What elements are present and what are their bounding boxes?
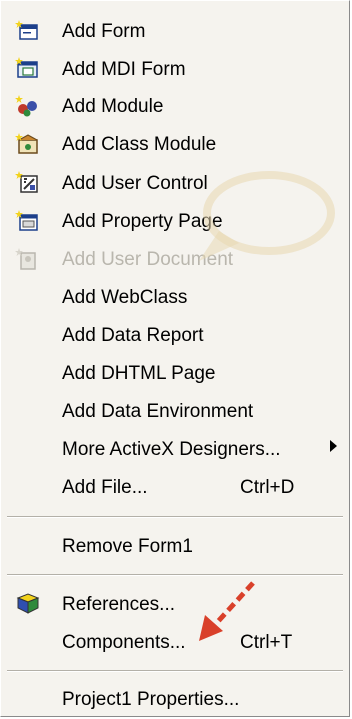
menu-item-label: References... bbox=[62, 594, 175, 615]
menu-item-add-mdi-form[interactable]: Add MDI Form bbox=[1, 51, 349, 87]
project-menu: Add Form Add MDI Form Add Module Add Cla… bbox=[0, 0, 350, 717]
add-module-icon bbox=[15, 94, 41, 118]
menu-separator bbox=[7, 574, 343, 576]
menu-item-add-form[interactable]: Add Form bbox=[1, 13, 349, 49]
menu-item-label: Add MDI Form bbox=[62, 59, 186, 80]
references-icon bbox=[15, 592, 41, 616]
add-class-module-icon bbox=[15, 132, 41, 156]
menu-item-label: More ActiveX Designers... bbox=[62, 439, 281, 460]
menu-item-label: Add User Control bbox=[62, 173, 208, 194]
watermark-image bbox=[199, 171, 335, 261]
add-user-control-icon bbox=[15, 171, 41, 195]
add-form-icon bbox=[15, 19, 41, 43]
menu-item-add-data-environment[interactable]: Add Data Environment bbox=[1, 393, 349, 429]
menu-item-label: Add File... bbox=[62, 477, 148, 498]
add-user-document-icon bbox=[15, 247, 41, 271]
menu-item-remove-form1[interactable]: Remove Form1 bbox=[1, 528, 349, 564]
menu-item-label: Add WebClass bbox=[62, 287, 188, 308]
menu-item-project1-properties[interactable]: Project1 Properties... bbox=[1, 681, 349, 717]
submenu-arrow-icon bbox=[330, 440, 337, 452]
add-mdi-form-icon bbox=[15, 57, 41, 81]
menu-item-more-activex-designers[interactable]: More ActiveX Designers... bbox=[1, 431, 349, 467]
menu-item-add-data-report[interactable]: Add Data Report bbox=[1, 317, 349, 353]
menu-item-add-dhtml-page[interactable]: Add DHTML Page bbox=[1, 355, 349, 391]
menu-item-label: Add Data Environment bbox=[62, 401, 254, 422]
annotation-arrow-icon bbox=[199, 581, 255, 641]
menu-item-label: Components... bbox=[62, 632, 186, 653]
menu-item-add-file[interactable]: Add File... Ctrl+D bbox=[1, 469, 349, 505]
menu-item-label: Project1 Properties... bbox=[62, 689, 240, 710]
menu-item-add-webclass[interactable]: Add WebClass bbox=[1, 279, 349, 315]
menu-item-label: Add DHTML Page bbox=[62, 363, 216, 384]
menu-item-references[interactable]: References... bbox=[1, 586, 349, 622]
menu-separator bbox=[7, 670, 343, 672]
add-property-page-icon bbox=[15, 209, 41, 233]
menu-item-label: Remove Form1 bbox=[62, 536, 193, 557]
menu-item-label: Add Data Report bbox=[62, 325, 204, 346]
menu-item-add-class-module[interactable]: Add Class Module bbox=[1, 126, 349, 162]
menu-item-label: Add Form bbox=[62, 21, 146, 42]
menu-item-label: Add Class Module bbox=[62, 134, 217, 155]
menu-item-add-module[interactable]: Add Module bbox=[1, 88, 349, 124]
menu-separator bbox=[7, 516, 343, 518]
menu-item-label: Add Module bbox=[62, 96, 164, 117]
menu-item-components[interactable]: Components... Ctrl+T bbox=[1, 624, 349, 660]
shortcut-label: Ctrl+D bbox=[240, 477, 295, 498]
